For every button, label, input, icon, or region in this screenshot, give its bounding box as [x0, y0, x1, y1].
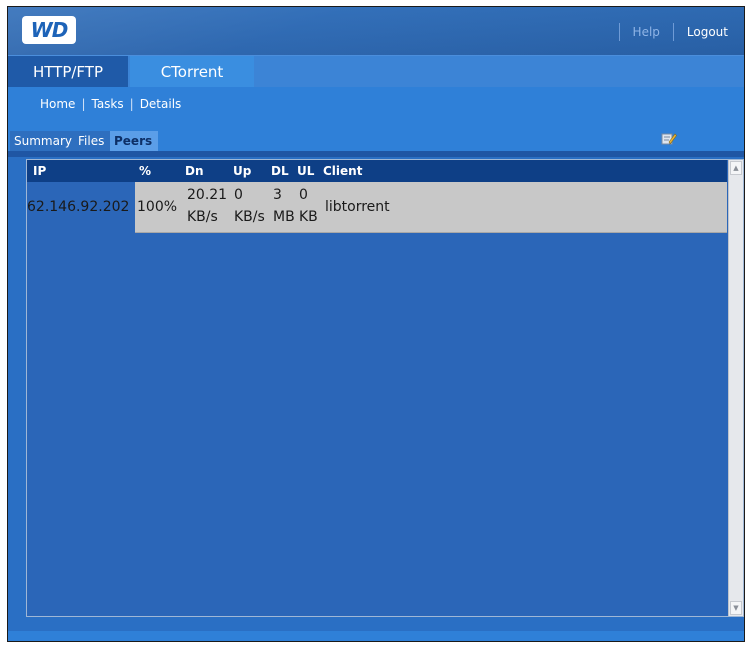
column-percent: % [139, 164, 152, 178]
column-ip: IP [33, 164, 47, 178]
peer-dn-value: 20.21 [187, 187, 228, 203]
breadcrumb-separator: | [81, 97, 86, 111]
breadcrumb-home[interactable]: Home [40, 97, 75, 111]
edit-icon[interactable] [661, 131, 677, 145]
header-links: Help Logout [606, 23, 728, 41]
main-tabs: HTTP/FTP CTorrent [8, 55, 744, 88]
peer-ul-value: 0 [299, 187, 308, 203]
peer-client: libtorrent [325, 199, 390, 215]
breadcrumb-tasks[interactable]: Tasks [91, 97, 123, 111]
peer-ul-unit: KB [299, 209, 318, 225]
peer-up-value: 0 [234, 187, 243, 203]
peer-percent: 100% [137, 199, 178, 215]
vertical-scrollbar[interactable]: ▲ ▼ [728, 160, 743, 616]
footer-bar [8, 631, 744, 641]
tab-http-ftp[interactable]: HTTP/FTP [8, 56, 128, 88]
breadcrumb-details[interactable]: Details [140, 97, 182, 111]
tab-summary[interactable]: Summary [10, 131, 76, 151]
peer-up-unit: KB/s [234, 209, 265, 225]
column-dl: DL [271, 164, 289, 178]
breadcrumb-separator: | [129, 97, 134, 111]
sub-tabs: Summary Files Peers [8, 129, 744, 151]
app-window: WD Help Logout HTTP/FTP CTorrent Home | Ta… [7, 6, 745, 642]
top-header: WD Help Logout [8, 7, 744, 55]
wd-logo: WD [22, 16, 76, 44]
table-header: IP % Dn Up DL UL Client [27, 160, 727, 182]
header-separator [672, 23, 674, 41]
peers-panel: IP % Dn Up DL UL Client 62.146.92.202 10… [26, 159, 744, 617]
table-row[interactable]: 62.146.92.202 100% 20.21 KB/s 0 KB/s 3 M… [27, 182, 727, 233]
column-up: Up [233, 164, 252, 178]
scroll-up-arrow-icon[interactable]: ▲ [730, 161, 742, 175]
column-client: Client [323, 164, 363, 178]
content-divider [8, 151, 744, 157]
scroll-down-arrow-icon[interactable]: ▼ [730, 601, 742, 615]
logo-text: WD [30, 18, 69, 42]
breadcrumb: Home | Tasks | Details [40, 97, 181, 111]
help-link[interactable]: Help [633, 25, 660, 39]
tab-ctorrent[interactable]: CTorrent [130, 56, 254, 88]
breadcrumb-area: Home | Tasks | Details [8, 87, 744, 129]
peer-dn-unit: KB/s [187, 209, 218, 225]
peer-ip: 62.146.92.202 [27, 199, 130, 215]
peer-dl-value: 3 [273, 187, 282, 203]
header-separator [618, 23, 620, 41]
column-dn: Dn [185, 164, 204, 178]
logout-link[interactable]: Logout [687, 25, 728, 39]
tab-files[interactable]: Files [74, 131, 112, 151]
tab-peers[interactable]: Peers [110, 131, 158, 151]
peer-dl-unit: MB [273, 209, 295, 225]
column-ul: UL [297, 164, 315, 178]
